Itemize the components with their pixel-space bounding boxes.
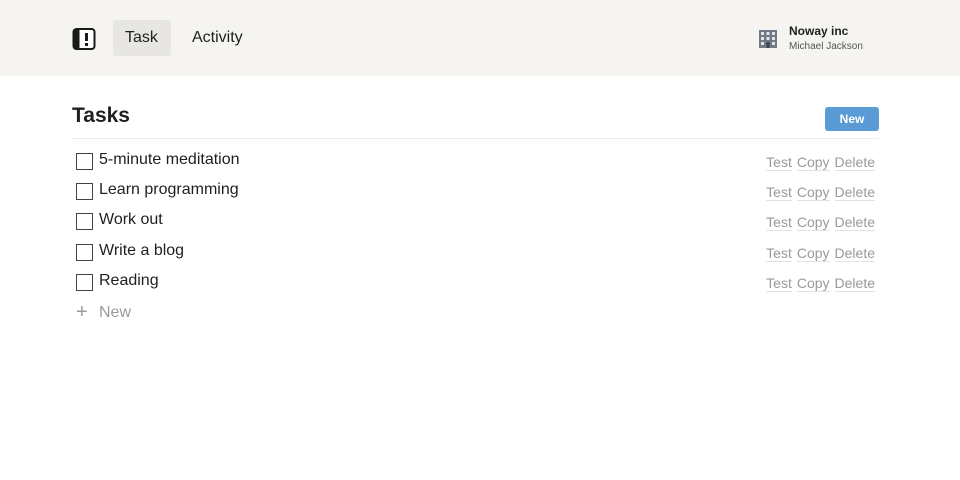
add-task-label: New [99, 304, 132, 321]
task-row: 5-minute meditation Test Copy Delete [72, 146, 879, 176]
task-name[interactable]: Reading [99, 272, 159, 290]
task-checkbox[interactable] [76, 213, 93, 231]
plus-icon: + [76, 301, 88, 323]
task-checkbox[interactable] [76, 273, 93, 291]
building-icon [759, 30, 777, 48]
copy-link[interactable]: Copy [796, 244, 830, 262]
new-task-button[interactable]: New [825, 107, 879, 131]
task-row: Learn programming Test Copy Delete [72, 176, 879, 206]
task-list: 5-minute meditation Test Copy Delete Learn… [72, 146, 879, 297]
copy-link[interactable]: Copy [796, 214, 830, 232]
user-name: Michael Jackson [789, 41, 863, 52]
test-link[interactable]: Test [766, 214, 792, 232]
task-actions: Test Copy Delete [761, 244, 875, 262]
title-divider [72, 138, 879, 139]
task-actions: Test Copy Delete [761, 154, 875, 171]
page-title: Tasks [72, 104, 130, 127]
delete-link[interactable]: Delete [834, 274, 875, 292]
app-logo-icon[interactable] [72, 27, 96, 51]
nav-tab-activity[interactable]: Activity [180, 20, 255, 56]
nav-tab-task[interactable]: Task [113, 20, 171, 56]
delete-link[interactable]: Delete [834, 184, 875, 202]
copy-link[interactable]: Copy [796, 184, 830, 202]
task-row: Write a blog Test Copy Delete [72, 237, 879, 267]
task-name[interactable]: Learn programming [99, 181, 239, 199]
top-bar: Task Activity Noway inc Michael Jackson [0, 0, 960, 76]
test-link[interactable]: Test [766, 184, 792, 202]
task-actions: Test Copy Delete [761, 184, 875, 202]
task-name[interactable]: Work out [99, 211, 163, 229]
test-link[interactable]: Test [766, 274, 792, 292]
task-name[interactable]: 5-minute meditation [99, 151, 240, 169]
copy-link[interactable]: Copy [796, 274, 830, 292]
org-name: Noway inc [789, 24, 849, 38]
delete-link[interactable]: Delete [834, 244, 875, 262]
delete-link[interactable]: Delete [834, 154, 875, 171]
task-row: Work out Test Copy Delete [72, 206, 879, 236]
task-checkbox[interactable] [76, 243, 93, 261]
task-checkbox[interactable] [76, 183, 93, 201]
task-actions: Test Copy Delete [761, 274, 875, 292]
add-task-row[interactable]: + New [72, 298, 272, 328]
task-actions: Test Copy Delete [761, 214, 875, 232]
test-link[interactable]: Test [766, 244, 792, 262]
task-row: Reading Test Copy Delete [72, 267, 879, 297]
task-checkbox[interactable] [76, 153, 93, 170]
copy-link[interactable]: Copy [796, 154, 830, 171]
delete-link[interactable]: Delete [834, 214, 875, 232]
test-link[interactable]: Test [766, 154, 792, 171]
task-name[interactable]: Write a blog [99, 242, 184, 260]
